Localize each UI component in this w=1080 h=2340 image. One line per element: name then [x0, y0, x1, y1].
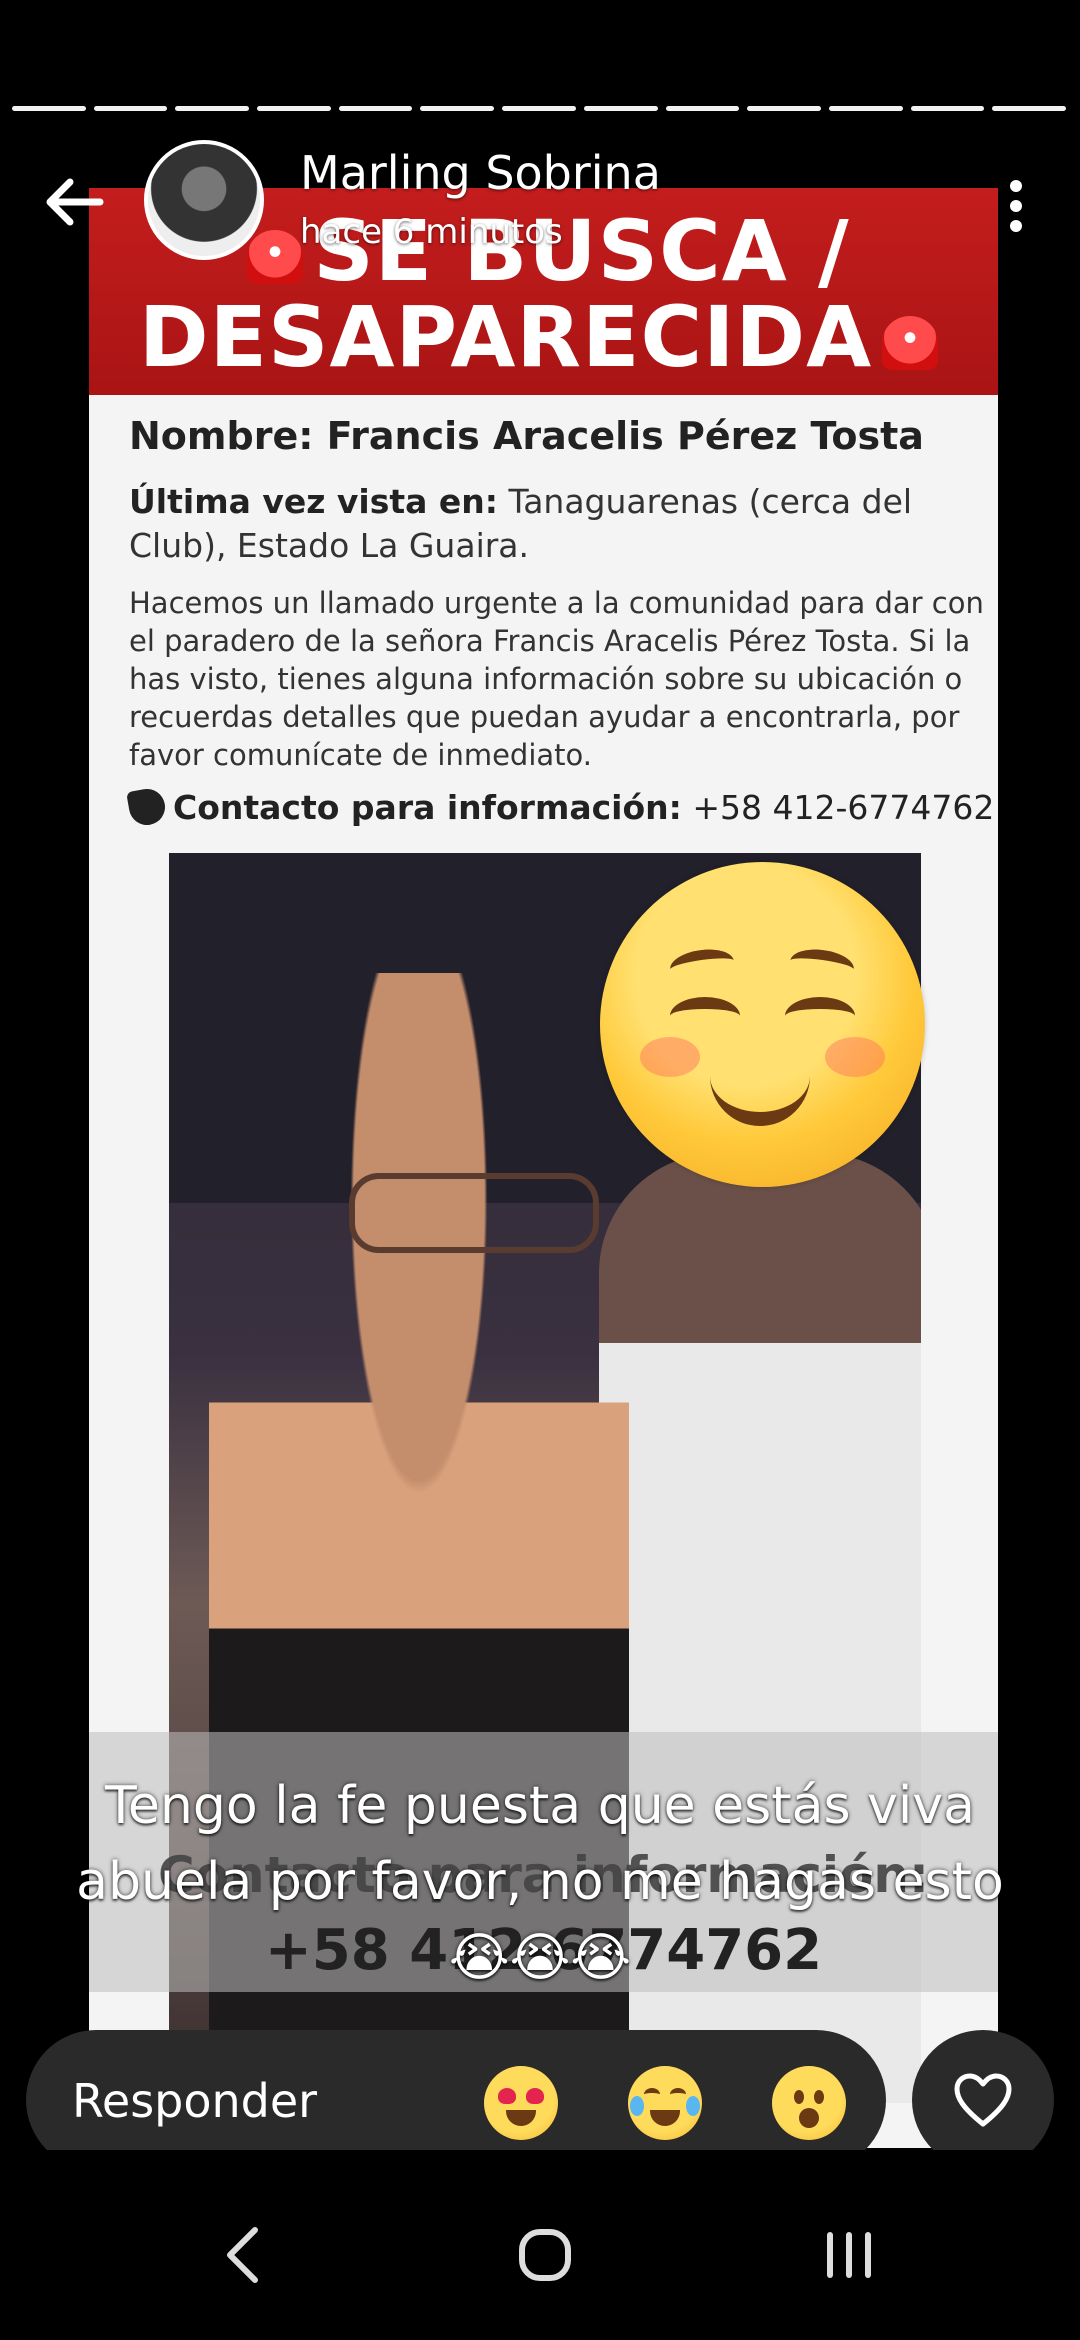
progress-segment [175, 106, 250, 111]
reply-bar[interactable]: Responder [26, 2030, 886, 2170]
story-timestamp: hace 6 minutos [300, 212, 563, 252]
laughing-tears-reaction-icon[interactable] [628, 2066, 702, 2140]
heart-icon[interactable] [912, 2030, 1054, 2170]
story-header: Marling Sobrina hace 6 minutos [0, 140, 1080, 270]
progress-segment [665, 106, 740, 111]
progress-segment [583, 106, 658, 111]
nav-home-icon[interactable] [500, 2210, 590, 2300]
reply-input[interactable]: Responder [72, 2074, 317, 2128]
surprised-reaction-icon[interactable] [772, 2066, 846, 2140]
poster-name: Nombre: Francis Aracelis Pérez Tosta [129, 414, 924, 458]
glasses-shape [349, 1173, 599, 1253]
story-user-name[interactable]: Marling Sobrina [300, 146, 661, 200]
progress-segment [12, 106, 86, 111]
story-caption: Tengo la fe puesta que estás viva abuela… [76, 1776, 1004, 1988]
phone-icon [126, 786, 168, 828]
progress-segment [338, 106, 413, 111]
poster-last-seen: Última vez vista en: Tanaguarenas (cerca… [129, 482, 913, 565]
progress-segment [420, 106, 495, 111]
nav-recent-apps-icon[interactable] [804, 2210, 894, 2300]
heart-eyes-reaction-icon[interactable] [484, 2066, 558, 2140]
poster-contact: Contacto para información: +58 412-67747… [126, 786, 998, 828]
back-arrow-icon[interactable] [40, 172, 110, 232]
progress-segment [257, 106, 331, 111]
progress-segment [910, 106, 985, 111]
progress-segment [747, 106, 821, 111]
siren-icon [882, 316, 939, 371]
poster-body-text: Hacemos un llamado urgente a la comunida… [129, 586, 984, 772]
progress-segment [93, 106, 168, 111]
story-progress-bar [12, 106, 1066, 111]
progress-segment [502, 106, 576, 111]
more-options-icon[interactable] [996, 176, 1036, 236]
poster-title-line2: DESAPARECIDA [89, 288, 998, 386]
progress-segment [828, 106, 903, 111]
avatar[interactable] [144, 140, 264, 260]
system-navigation-bar [0, 2150, 1080, 2340]
progress-segment [992, 106, 1066, 111]
smiling-face-sticker-icon [600, 862, 925, 1187]
nav-back-icon[interactable] [200, 2210, 290, 2300]
